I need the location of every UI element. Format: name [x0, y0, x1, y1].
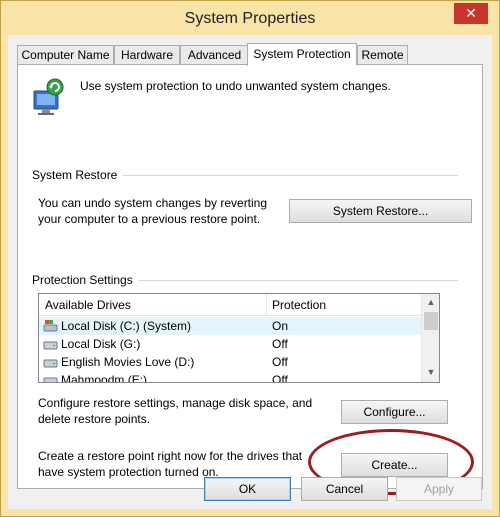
drive-icon: [43, 341, 58, 350]
close-icon: ✕: [465, 5, 477, 21]
configure-description: Configure restore settings, manage disk …: [38, 395, 312, 427]
drive-row[interactable]: Mahmoodm (E:) Off: [39, 371, 421, 383]
system-drive-icon: [43, 320, 58, 332]
dialog-client-area: Computer Name Hardware Advanced System P…: [8, 35, 492, 509]
drive-icon: [43, 377, 58, 382]
ok-button[interactable]: OK: [204, 477, 291, 501]
tab-remote[interactable]: Remote: [357, 45, 408, 65]
scrollbar-thumb[interactable]: [424, 312, 438, 330]
system-properties-window: System Properties ✕ Computer Name Hardwa…: [0, 0, 500, 517]
cancel-button[interactable]: Cancel: [301, 477, 388, 501]
system-restore-description-line2: your computer to a previous restore poin…: [38, 212, 261, 226]
drives-list-header: Available Drives Protection: [39, 294, 421, 316]
drive-name: Local Disk (C:) (System): [61, 319, 192, 333]
tab-advanced[interactable]: Advanced: [180, 45, 249, 65]
system-restore-description: You can undo system changes by reverting…: [38, 195, 267, 227]
system-restore-button[interactable]: System Restore...: [289, 199, 472, 223]
create-description: Create a restore point right now for the…: [38, 448, 302, 480]
scroll-down-arrow-icon[interactable]: ▼: [422, 364, 439, 381]
configure-button[interactable]: Configure...: [341, 400, 448, 424]
intro-text: Use system protection to undo unwanted s…: [80, 79, 391, 93]
drive-protection: Off: [272, 355, 288, 369]
configure-description-line1: Configure restore settings, manage disk …: [38, 396, 313, 410]
system-restore-description-line1: You can undo system changes by reverting: [38, 196, 268, 210]
drive-protection: On: [272, 319, 289, 333]
tab-hardware[interactable]: Hardware: [114, 45, 180, 65]
tab-system-protection[interactable]: System Protection: [247, 43, 357, 66]
column-separator[interactable]: [266, 294, 267, 316]
close-button[interactable]: ✕: [454, 3, 488, 24]
drive-row[interactable]: English Movies Love (D:) Off: [39, 353, 421, 371]
drives-list-scrollbar[interactable]: ▲ ▼: [421, 294, 439, 382]
drive-row[interactable]: Local Disk (G:) Off: [39, 335, 421, 353]
title-bar[interactable]: System Properties ✕: [2, 2, 498, 35]
create-description-line1: Create a restore point right now for the…: [38, 449, 303, 463]
create-button[interactable]: Create...: [341, 453, 448, 477]
system-protection-shield-icon: [32, 77, 66, 117]
column-protection[interactable]: Protection: [272, 298, 326, 312]
configure-description-line2: delete restore points.: [38, 412, 151, 426]
apply-button: Apply: [396, 477, 482, 501]
system-protection-panel: Use system protection to undo unwanted s…: [17, 64, 483, 489]
drive-name: English Movies Love (D:): [61, 355, 195, 369]
tab-computer-name[interactable]: Computer Name: [17, 45, 114, 65]
drive-protection: Off: [272, 373, 288, 383]
column-available-drives[interactable]: Available Drives: [45, 298, 131, 312]
protection-settings-divider: [136, 280, 458, 281]
drives-list[interactable]: Available Drives Protection Local Disk (…: [38, 293, 440, 383]
drive-name: Local Disk (G:): [61, 337, 141, 351]
drive-name: Mahmoodm (E:): [61, 373, 148, 383]
window-title: System Properties: [184, 10, 316, 27]
system-restore-heading: System Restore: [32, 168, 124, 182]
drive-icon: [43, 359, 58, 368]
drive-row[interactable]: Local Disk (C:) (System) On: [39, 317, 421, 335]
protection-settings-heading: Protection Settings: [32, 273, 139, 287]
scroll-up-arrow-icon[interactable]: ▲: [422, 294, 439, 311]
dialog-button-bar: OK Cancel Apply: [8, 477, 492, 509]
drive-protection: Off: [272, 337, 288, 351]
